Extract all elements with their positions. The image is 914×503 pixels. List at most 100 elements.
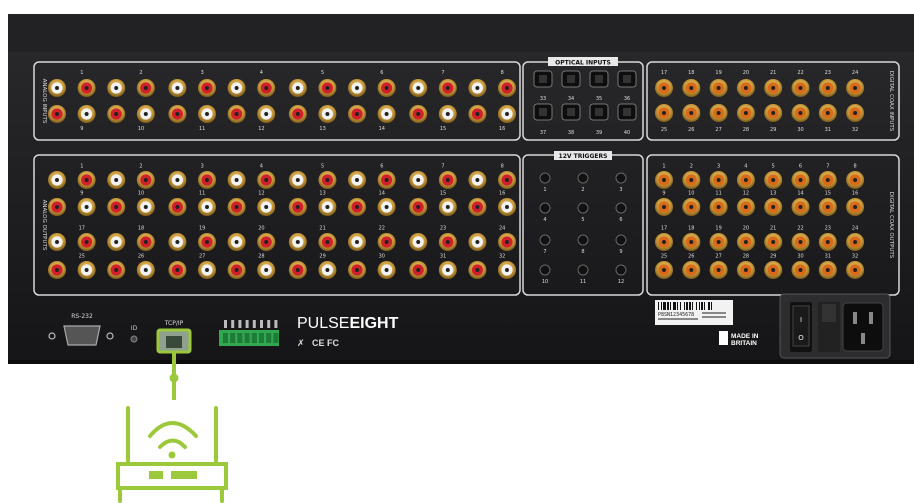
rca-jack[interactable] [846, 79, 865, 97]
id-button[interactable] [130, 335, 138, 343]
rca-jack[interactable] [48, 105, 66, 123]
rca-jack[interactable] [377, 105, 396, 123]
rca-jack[interactable] [318, 261, 337, 279]
rca-jack[interactable] [107, 79, 126, 97]
rca-jack[interactable] [257, 79, 276, 97]
rca-jack[interactable] [168, 171, 187, 189]
rca-jack[interactable] [136, 261, 155, 279]
rca-jack[interactable] [709, 198, 728, 216]
rca-jack[interactable] [107, 198, 126, 216]
rca-jack[interactable] [377, 198, 396, 216]
rca-jack[interactable] [77, 198, 96, 216]
trigger-jack[interactable] [615, 264, 627, 276]
rca-jack[interactable] [136, 105, 155, 123]
rca-jack[interactable] [655, 261, 673, 279]
rca-jack[interactable] [409, 261, 428, 279]
rca-jack[interactable] [468, 261, 487, 279]
rca-jack[interactable] [377, 261, 396, 279]
rca-jack[interactable] [438, 79, 457, 97]
rca-jack[interactable] [257, 105, 276, 123]
rca-jack[interactable] [168, 79, 187, 97]
rca-jack[interactable] [438, 198, 457, 216]
rca-jack[interactable] [438, 233, 457, 251]
rca-jack[interactable] [438, 171, 457, 189]
rca-jack[interactable] [468, 171, 487, 189]
rca-jack[interactable] [348, 171, 366, 189]
rca-jack[interactable] [257, 171, 276, 189]
rca-jack[interactable] [348, 233, 366, 251]
rca-jack[interactable] [709, 79, 728, 97]
rca-jack[interactable] [682, 233, 701, 251]
rca-jack[interactable] [288, 105, 307, 123]
rca-jack[interactable] [818, 233, 837, 251]
rca-jack[interactable] [655, 79, 673, 97]
rca-jack[interactable] [791, 198, 810, 216]
rca-jack[interactable] [655, 198, 673, 216]
rca-jack[interactable] [846, 171, 865, 189]
optical-port[interactable] [589, 70, 609, 88]
rca-jack[interactable] [846, 104, 865, 122]
rca-jack[interactable] [198, 105, 216, 123]
rca-jack[interactable] [655, 233, 673, 251]
rca-jack[interactable] [736, 233, 755, 251]
rca-jack[interactable] [227, 171, 246, 189]
rca-jack[interactable] [77, 79, 96, 97]
rca-jack[interactable] [736, 198, 755, 216]
rca-jack[interactable] [107, 261, 126, 279]
rca-jack[interactable] [318, 105, 337, 123]
rca-jack[interactable] [498, 261, 516, 279]
rca-jack[interactable] [682, 261, 701, 279]
rca-jack[interactable] [77, 171, 96, 189]
rs232-port[interactable] [63, 325, 101, 346]
rca-jack[interactable] [377, 79, 396, 97]
trigger-jack[interactable] [577, 202, 589, 214]
rca-jack[interactable] [227, 79, 246, 97]
rca-jack[interactable] [764, 198, 783, 216]
rca-jack[interactable] [198, 171, 216, 189]
rca-jack[interactable] [498, 233, 516, 251]
rca-jack[interactable] [77, 233, 96, 251]
rca-jack[interactable] [818, 79, 837, 97]
optical-port[interactable] [589, 103, 609, 121]
rca-jack[interactable] [791, 171, 810, 189]
rca-jack[interactable] [736, 261, 755, 279]
rca-jack[interactable] [136, 198, 155, 216]
rca-jack[interactable] [846, 233, 865, 251]
rca-jack[interactable] [136, 233, 155, 251]
rca-jack[interactable] [682, 79, 701, 97]
rca-jack[interactable] [227, 198, 246, 216]
rca-jack[interactable] [709, 171, 728, 189]
rca-jack[interactable] [198, 233, 216, 251]
rca-jack[interactable] [682, 104, 701, 122]
rca-jack[interactable] [818, 198, 837, 216]
rca-jack[interactable] [818, 261, 837, 279]
rca-jack[interactable] [77, 105, 96, 123]
rca-jack[interactable] [348, 261, 366, 279]
rca-jack[interactable] [107, 105, 126, 123]
rca-jack[interactable] [764, 233, 783, 251]
trigger-jack[interactable] [615, 234, 627, 246]
rca-jack[interactable] [498, 198, 516, 216]
rca-jack[interactable] [682, 198, 701, 216]
rca-jack[interactable] [818, 104, 837, 122]
trigger-jack[interactable] [539, 264, 551, 276]
rca-jack[interactable] [288, 261, 307, 279]
rca-jack[interactable] [227, 261, 246, 279]
trigger-jack[interactable] [577, 172, 589, 184]
optical-port[interactable] [617, 103, 637, 121]
rca-jack[interactable] [48, 261, 66, 279]
rca-jack[interactable] [318, 198, 337, 216]
rca-jack[interactable] [288, 79, 307, 97]
rca-jack[interactable] [655, 171, 673, 189]
optical-port[interactable] [561, 103, 581, 121]
rca-jack[interactable] [257, 233, 276, 251]
rca-jack[interactable] [791, 104, 810, 122]
rca-jack[interactable] [198, 198, 216, 216]
rca-jack[interactable] [318, 79, 337, 97]
rca-jack[interactable] [736, 171, 755, 189]
rca-jack[interactable] [48, 171, 66, 189]
rca-jack[interactable] [348, 79, 366, 97]
rca-jack[interactable] [136, 171, 155, 189]
rca-jack[interactable] [48, 198, 66, 216]
rca-jack[interactable] [409, 171, 428, 189]
